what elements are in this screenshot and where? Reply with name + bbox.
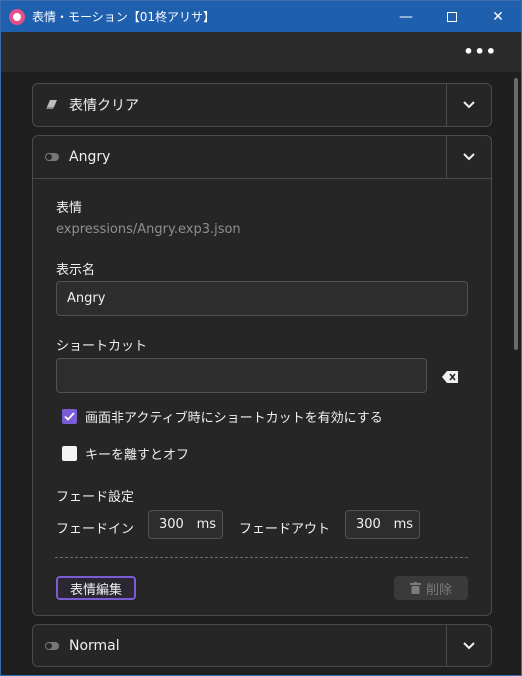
title-bar: 表情・モーション【01柊アリサ】 — ✕ [1,1,521,32]
fade-in-label: フェードイン [56,522,135,537]
minimize-icon: — [399,8,413,25]
unit-label: ms [196,517,216,532]
expression-card-normal: Normal [32,624,492,667]
delete-label: 削除 [425,582,452,598]
shortcut-title: ショートカット [56,339,148,354]
fade-in-input[interactable]: 300 ms [148,510,223,539]
chevron-down-icon [463,101,475,109]
card-header[interactable]: 表情クリア [33,84,491,126]
unit-label: ms [393,517,413,532]
minimize-button[interactable]: — [383,1,429,32]
checkbox-label: キーを離すとオフ [85,448,190,463]
checkbox-label: 画面非アクティブ時にショートカットを有効にする [85,411,383,426]
clear-shortcut-button[interactable] [442,368,458,387]
fade-out-value: 300 [356,517,381,532]
more-menu-button[interactable]: ••• [463,42,497,61]
toggle-icon[interactable] [45,639,59,653]
maximize-icon [447,11,457,22]
toggle-icon[interactable] [45,150,59,164]
app-window: 表情・モーション【01柊アリサ】 — ✕ ••• 表情クリア Angry 表情 … [0,0,522,676]
chevron-down-icon [463,642,475,650]
collapse-button[interactable] [446,136,491,178]
display-name-value: Angry [67,291,106,306]
card-header[interactable]: Angry [33,136,491,178]
expression-card-angry: Angry 表情 expressions/Angry.exp3.json 表示名… [32,135,492,616]
expression-card-clear: 表情クリア [32,83,492,127]
toolbar: ••• [1,32,521,72]
edit-expression-button[interactable]: 表情編集 [56,576,136,600]
trash-icon [409,582,421,594]
window-title: 表情・モーション【01柊アリサ】 [32,10,216,24]
card-label: Angry [69,149,111,165]
scrollbar-thumb[interactable] [514,78,518,350]
close-button[interactable]: ✕ [475,1,521,32]
expand-button[interactable] [446,625,491,667]
card-body: 表情 expressions/Angry.exp3.json 表示名 Angry… [33,178,491,615]
app-logo-icon [9,8,25,25]
shortcut-input[interactable] [56,358,427,393]
maximize-button[interactable] [429,1,475,32]
expression-title: 表情 [56,201,83,216]
divider [55,557,468,558]
fade-settings-title: フェード設定 [56,490,135,505]
expression-path: expressions/Angry.exp3.json [56,222,241,237]
display-name-title: 表示名 [56,263,96,278]
backspace-icon [442,371,458,383]
expand-button[interactable] [446,84,491,126]
fade-out-input[interactable]: 300 ms [345,510,420,539]
chevron-down-icon [463,153,475,161]
checkbox-release-off[interactable]: キーを離すとオフ [62,444,189,463]
checkbox-inactive-shortcut[interactable]: 画面非アクティブ時にショートカットを有効にする [62,407,383,426]
delete-button[interactable]: 削除 [394,576,468,600]
checkbox-unchecked[interactable] [62,446,77,461]
close-icon: ✕ [492,8,504,25]
display-name-input[interactable]: Angry [56,281,468,316]
fade-in-value: 300 [159,517,184,532]
card-header[interactable]: Normal [33,625,491,667]
check-icon [64,412,75,421]
checkbox-checked[interactable] [62,409,77,424]
card-label: 表情クリア [69,98,139,114]
card-label: Normal [69,638,120,654]
fade-out-label: フェードアウト [239,522,331,537]
eraser-icon [45,98,59,112]
